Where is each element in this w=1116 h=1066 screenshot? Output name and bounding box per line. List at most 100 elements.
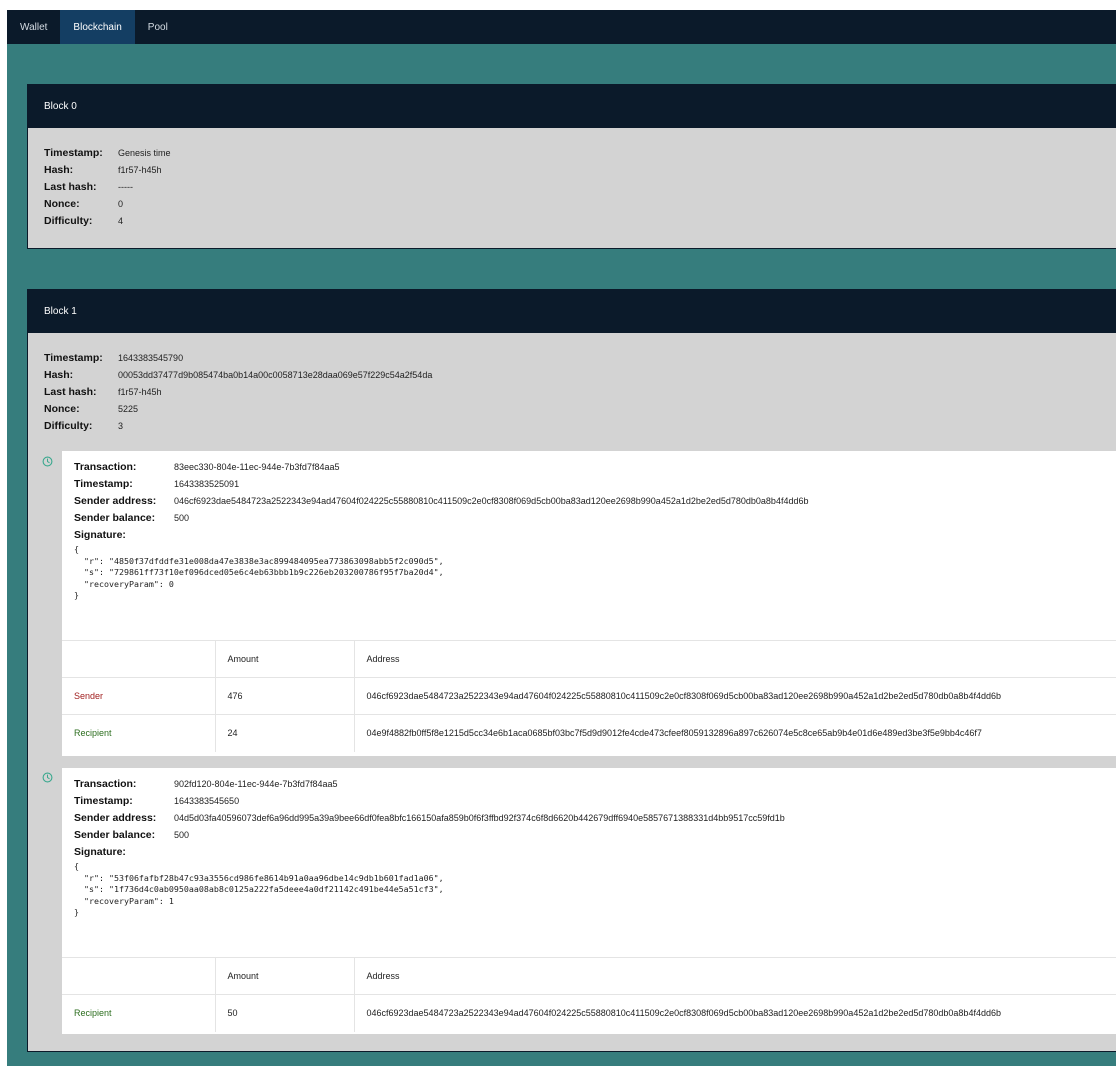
sender-address-row: Sender address: 046cf6923dae5484723a2522… <box>74 492 1116 509</box>
sender-address-label: Sender address: <box>74 494 157 507</box>
nonce-row: Nonce: 0 <box>44 195 1116 212</box>
output-amount: 24 <box>215 714 355 752</box>
output-role: Sender <box>62 677 216 715</box>
difficulty-label: Difficulty: <box>44 419 93 432</box>
sender-balance-label: Sender balance: <box>74 511 156 524</box>
output-role: Recipient <box>62 994 216 1032</box>
signature-row: Signature: <box>74 843 1116 860</box>
timestamp-label: Timestamp: <box>44 146 103 159</box>
transaction-id-row: Transaction: 83eec330-804e-11ec-944e-7b3… <box>74 458 1116 475</box>
outputs-table: Amount Address Recipient 50 046cf6923dae… <box>62 957 1116 1032</box>
nonce-row: Nonce: 5225 <box>44 400 1116 417</box>
sender-address-value: 04d5d03fa40596073def6a96dd995a39a9bee66d… <box>174 812 785 823</box>
last-hash-row: Last hash: ----- <box>44 178 1116 195</box>
block-info: Timestamp: Genesis time Hash: f1r57-h45h… <box>28 128 1116 229</box>
difficulty-value: 4 <box>118 215 124 226</box>
table-header-empty <box>62 957 216 995</box>
table-row: Recipient 50 046cf6923dae5484723a2522343… <box>62 994 1116 1032</box>
output-amount: 476 <box>215 677 355 715</box>
clock-icon <box>42 456 53 467</box>
top-nav: Wallet Blockchain Pool <box>7 10 1116 44</box>
output-role: Recipient <box>62 714 216 752</box>
nonce-label: Nonce: <box>44 402 80 415</box>
sender-balance-value: 500 <box>174 829 190 840</box>
amount-header: Amount <box>215 957 355 995</box>
table-header-row: Amount Address <box>62 957 1116 995</box>
transaction-info: Transaction: 902fd120-804e-11ec-944e-7b3… <box>62 768 1116 860</box>
difficulty-row: Difficulty: 4 <box>44 212 1116 229</box>
block-header: Block 1 <box>28 290 1116 333</box>
signature-label: Signature: <box>74 528 126 541</box>
transaction-info: Transaction: 83eec330-804e-11ec-944e-7b3… <box>62 451 1116 543</box>
hash-label: Hash: <box>44 368 74 381</box>
transaction-timestamp: 1643383525091 <box>174 478 240 489</box>
block-title: Block 1 <box>44 306 77 317</box>
transaction-id: 83eec330-804e-11ec-944e-7b3fd7f84aa5 <box>174 461 340 472</box>
outputs-table: Amount Address Sender 476 046cf6923dae54… <box>62 640 1116 752</box>
nonce-label: Nonce: <box>44 197 80 210</box>
transaction-id: 902fd120-804e-11ec-944e-7b3fd7f84aa5 <box>174 778 338 789</box>
last-hash-row: Last hash: f1r57-h45h <box>44 383 1116 400</box>
block-info: Timestamp: 1643383545790 Hash: 00053dd37… <box>28 333 1116 434</box>
last-hash-label: Last hash: <box>44 385 97 398</box>
table-row: Recipient 24 04e9f4882fb0ff5f8e1215d5cc3… <box>62 714 1116 752</box>
transaction-timestamp-row: Timestamp: 1643383525091 <box>74 475 1116 492</box>
sender-balance-label: Sender balance: <box>74 828 156 841</box>
difficulty-label: Difficulty: <box>44 214 93 227</box>
table-header-empty <box>62 640 216 678</box>
sender-address-row: Sender address: 04d5d03fa40596073def6a96… <box>74 809 1116 826</box>
signature-json: { "r": "4850f37dfddfe31e008da47e3838e3ac… <box>74 544 444 600</box>
output-address: 046cf6923dae5484723a2522343e94ad47604f02… <box>354 994 1116 1032</box>
nonce-value: 5225 <box>118 403 139 414</box>
amount-header: Amount <box>215 640 355 678</box>
timestamp-label: Timestamp: <box>74 477 133 490</box>
timestamp-row: Timestamp: 1643383545790 <box>44 349 1116 366</box>
transaction-card: Transaction: 902fd120-804e-11ec-944e-7b3… <box>62 768 1116 1034</box>
signature-json: { "r": "53f06fafbf28b47c93a3556cd986fe86… <box>74 861 444 917</box>
block-card: Block 1 Timestamp: 1643383545790 Hash: 0… <box>27 289 1116 1052</box>
hash-value: 00053dd37477d9b085474ba0b14a00c0058713e2… <box>118 369 433 380</box>
block-title: Block 0 <box>44 101 77 112</box>
tab-pool[interactable]: Pool <box>135 10 181 44</box>
timestamp-row: Timestamp: Genesis time <box>44 144 1116 161</box>
signature-label: Signature: <box>74 845 126 858</box>
tab-blockchain[interactable]: Blockchain <box>60 10 135 44</box>
nonce-value: 0 <box>118 198 124 209</box>
timestamp-value: 1643383545790 <box>118 352 184 363</box>
address-header: Address <box>354 640 1116 678</box>
table-row: Sender 476 046cf6923dae5484723a2522343e9… <box>62 677 1116 715</box>
transaction-id-row: Transaction: 902fd120-804e-11ec-944e-7b3… <box>74 775 1116 792</box>
clock-icon <box>42 772 53 783</box>
sender-balance-row: Sender balance: 500 <box>74 826 1116 843</box>
block-card: Block 0 Timestamp: Genesis time Hash: f1… <box>27 84 1116 249</box>
last-hash-value: ----- <box>118 181 133 192</box>
block-header: Block 0 <box>28 85 1116 128</box>
sender-balance-row: Sender balance: 500 <box>74 509 1116 526</box>
transaction-label: Transaction: <box>74 460 137 473</box>
sender-address-value: 046cf6923dae5484723a2522343e94ad47604f02… <box>174 495 809 506</box>
table-header-row: Amount Address <box>62 640 1116 678</box>
sender-address-label: Sender address: <box>74 811 157 824</box>
transaction-label: Transaction: <box>74 777 137 790</box>
difficulty-value: 3 <box>118 420 124 431</box>
tab-wallet[interactable]: Wallet <box>7 10 60 44</box>
transaction-timestamp-row: Timestamp: 1643383545650 <box>74 792 1116 809</box>
timestamp-label: Timestamp: <box>74 794 133 807</box>
hash-label: Hash: <box>44 163 74 176</box>
output-address: 046cf6923dae5484723a2522343e94ad47604f02… <box>354 677 1116 715</box>
address-header: Address <box>354 957 1116 995</box>
difficulty-row: Difficulty: 3 <box>44 417 1116 434</box>
timestamp-value: Genesis time <box>118 147 171 158</box>
last-hash-label: Last hash: <box>44 180 97 193</box>
transaction-card: Transaction: 83eec330-804e-11ec-944e-7b3… <box>62 451 1116 756</box>
output-address: 04e9f4882fb0ff5f8e1215d5cc34e6b1aca0685b… <box>354 714 1116 752</box>
timestamp-label: Timestamp: <box>44 351 103 364</box>
hash-row: Hash: 00053dd37477d9b085474ba0b14a00c005… <box>44 366 1116 383</box>
output-amount: 50 <box>215 994 355 1032</box>
signature-row: Signature: <box>74 526 1116 543</box>
sender-balance-value: 500 <box>174 512 190 523</box>
transaction-timestamp: 1643383545650 <box>174 795 240 806</box>
last-hash-value: f1r57-h45h <box>118 386 162 397</box>
app: Wallet Blockchain Pool Block 0 Timestamp… <box>7 10 1116 1066</box>
hash-value: f1r57-h45h <box>118 164 162 175</box>
